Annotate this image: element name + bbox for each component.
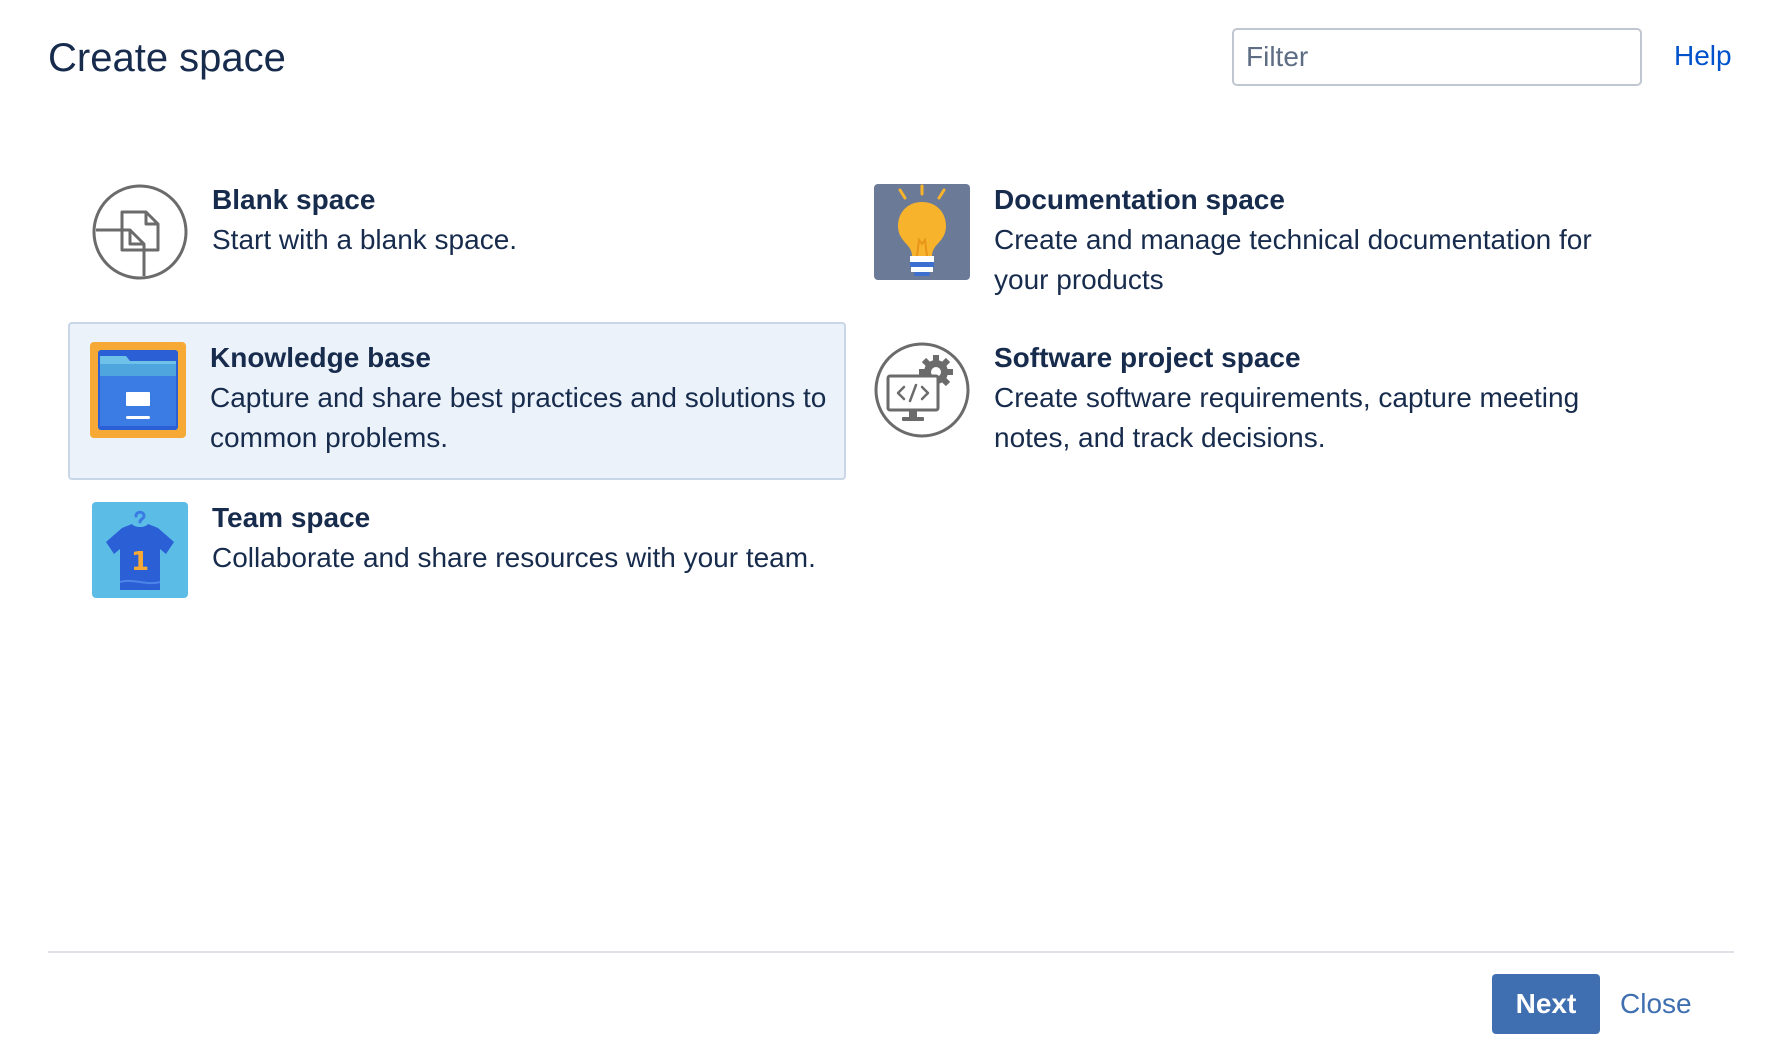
svg-text:1: 1: [131, 547, 149, 577]
dialog-title: Create space: [48, 36, 286, 80]
blank-page-icon: [92, 184, 188, 280]
template-description: Create software requirements, capture me…: [994, 382, 1580, 453]
template-software-project-space[interactable]: Software project space Create software r…: [852, 322, 1630, 480]
template-documentation-space[interactable]: Documentation space Create and manage te…: [852, 164, 1630, 322]
footer-divider: [48, 951, 1734, 953]
template-name: Documentation space: [994, 184, 1285, 215]
help-link[interactable]: Help: [1674, 38, 1732, 74]
filter-input[interactable]: [1232, 28, 1642, 86]
template-description: Start with a blank space.: [212, 224, 518, 255]
template-knowledge-base[interactable]: Knowledge base Capture and share best pr…: [68, 322, 846, 480]
template-name: Blank space: [212, 184, 376, 215]
template-name: Team space: [212, 502, 371, 533]
lightbulb-icon: [874, 184, 970, 280]
close-button[interactable]: Close: [1620, 986, 1692, 1022]
template-blank-space[interactable]: Blank space Start with a blank space.: [70, 164, 848, 322]
template-name: Software project space: [994, 342, 1301, 373]
template-team-space[interactable]: 1 Team space Collaborate and share resou…: [70, 482, 848, 640]
folder-cabinet-icon: [90, 342, 186, 438]
template-description: Collaborate and share resources with you…: [212, 542, 816, 573]
template-description: Capture and share best practices and sol…: [210, 382, 827, 453]
team-shirt-icon: 1: [92, 502, 188, 598]
template-name: Knowledge base: [210, 342, 431, 373]
next-button[interactable]: Next: [1492, 974, 1600, 1034]
code-gear-icon: [874, 342, 970, 438]
template-description: Create and manage technical documentatio…: [994, 224, 1592, 295]
